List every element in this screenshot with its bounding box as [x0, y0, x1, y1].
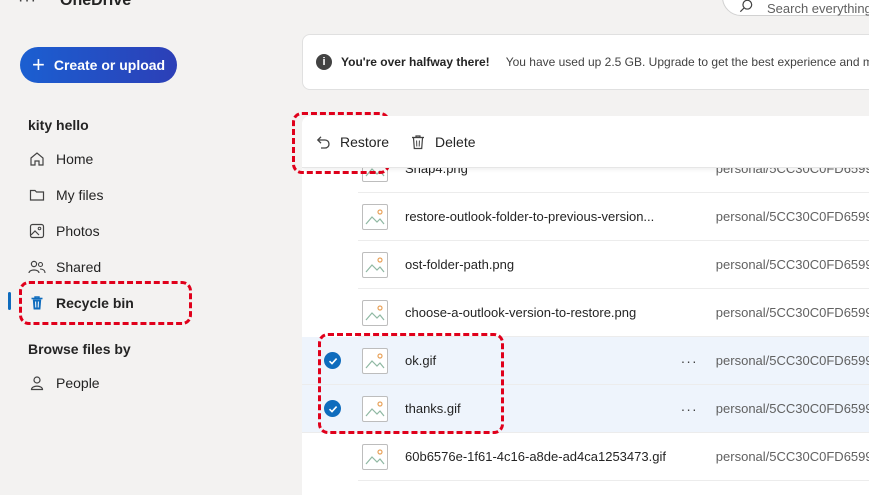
- file-name[interactable]: thanks.gif: [405, 401, 678, 416]
- sidebar-item-label: Home: [56, 151, 94, 167]
- sidebar-item-label: Photos: [56, 223, 100, 239]
- photo-icon: [28, 222, 46, 240]
- table-row[interactable]: ok.gif ··· personal/5CC30C0FD6599D: [302, 337, 869, 385]
- file-name[interactable]: choose-a-outlook-version-to-restore.png: [405, 305, 678, 320]
- restore-button[interactable]: Restore: [306, 124, 397, 160]
- table-row[interactable]: ost-folder-path.png···personal/5CC30C0FD…: [358, 241, 869, 289]
- app-launcher-icon[interactable]: ···: [18, 0, 37, 10]
- user-name: kity hello: [28, 117, 89, 133]
- search-input[interactable]: Search everything: [767, 1, 869, 16]
- search-icon: [739, 0, 753, 13]
- more-options-icon[interactable]: ···: [678, 401, 699, 417]
- sidebar-item-photos[interactable]: Photos: [28, 216, 188, 246]
- create-or-upload-button[interactable]: + Create or upload: [20, 47, 177, 83]
- person-icon: [28, 374, 46, 392]
- banner-message: You have used up 2.5 GB. Upgrade to get …: [505, 55, 869, 69]
- sidebar-item-home[interactable]: Home: [28, 144, 188, 174]
- sidebar: + Create or upload kity hello Home My fi…: [0, 20, 300, 495]
- image-file-icon: [362, 443, 388, 470]
- table-row[interactable]: thanks.gif ··· personal/5CC30C0FD6599D: [302, 385, 869, 433]
- active-indicator: [8, 292, 11, 310]
- file-name[interactable]: 60b6576e-1f61-4c16-a8de-ad4ca1253473.gif: [405, 449, 678, 464]
- storage-banner: i You're over halfway there! You have us…: [302, 34, 869, 90]
- file-original-location: personal/5CC30C0FD6599D: [715, 353, 869, 368]
- file-name[interactable]: ok.gif: [405, 353, 678, 368]
- sidebar-item-shared[interactable]: Shared: [28, 252, 188, 282]
- top-bar: ··· OneDrive Search everything: [0, 0, 869, 20]
- trash-icon: [28, 294, 46, 312]
- info-icon: i: [316, 54, 332, 70]
- browse-files-title: Browse files by: [28, 341, 131, 357]
- people-icon: [28, 258, 46, 276]
- sidebar-item-label: Recycle bin: [56, 295, 134, 311]
- file-original-location: personal/5CC30C0FD6599D: [715, 209, 869, 224]
- image-file-icon: [362, 203, 388, 230]
- restore-label: Restore: [340, 133, 390, 150]
- sidebar-item-label: Shared: [56, 259, 102, 275]
- banner-heading: You're over halfway there!: [341, 55, 490, 69]
- command-bar: Restore Delete: [302, 116, 869, 168]
- checkmark-icon[interactable]: [324, 400, 341, 417]
- delete-button[interactable]: Delete: [401, 124, 483, 160]
- undo-arrow-icon: [314, 133, 332, 151]
- create-or-upload-label: Create or upload: [53, 57, 166, 73]
- file-original-location: personal/5CC30C0FD6599D: [715, 449, 869, 464]
- image-file-icon: [362, 251, 388, 278]
- checkmark-icon[interactable]: [324, 352, 341, 369]
- folder-icon: [28, 186, 46, 204]
- app-title[interactable]: OneDrive: [60, 0, 131, 10]
- delete-label: Delete: [435, 133, 476, 150]
- more-options-icon[interactable]: ···: [678, 353, 699, 369]
- table-row[interactable]: 60b6576e-1f61-4c16-a8de-ad4ca1253473.gif…: [358, 433, 869, 481]
- sidebar-item-recycle-bin[interactable]: Recycle bin: [28, 288, 188, 318]
- table-row[interactable]: restore-outlook-folder-to-previous-versi…: [358, 193, 869, 241]
- file-original-location: personal/5CC30C0FD6599D: [715, 305, 869, 320]
- plus-icon: +: [32, 52, 45, 77]
- sidebar-item-label: My files: [56, 187, 104, 203]
- home-icon: [28, 150, 46, 168]
- table-row[interactable]: choose-a-outlook-version-to-restore.png·…: [358, 289, 869, 337]
- file-original-location: personal/5CC30C0FD6599D: [715, 257, 869, 272]
- image-file-icon: [362, 395, 388, 422]
- sidebar-item-label: People: [56, 375, 100, 391]
- file-name[interactable]: ost-folder-path.png: [405, 257, 678, 272]
- sidebar-item-my-files[interactable]: My files: [28, 180, 188, 210]
- image-file-icon: [362, 347, 388, 374]
- image-file-icon: [362, 299, 388, 326]
- file-name[interactable]: restore-outlook-folder-to-previous-versi…: [405, 209, 678, 224]
- search-box[interactable]: Search everything: [722, 0, 869, 16]
- file-list-panel: Restore Delete Snap4.png···personal/5CC3…: [302, 116, 869, 495]
- file-original-location: personal/5CC30C0FD6599D: [715, 401, 869, 416]
- trash-icon: [409, 133, 427, 151]
- sidebar-item-people[interactable]: People: [28, 368, 188, 398]
